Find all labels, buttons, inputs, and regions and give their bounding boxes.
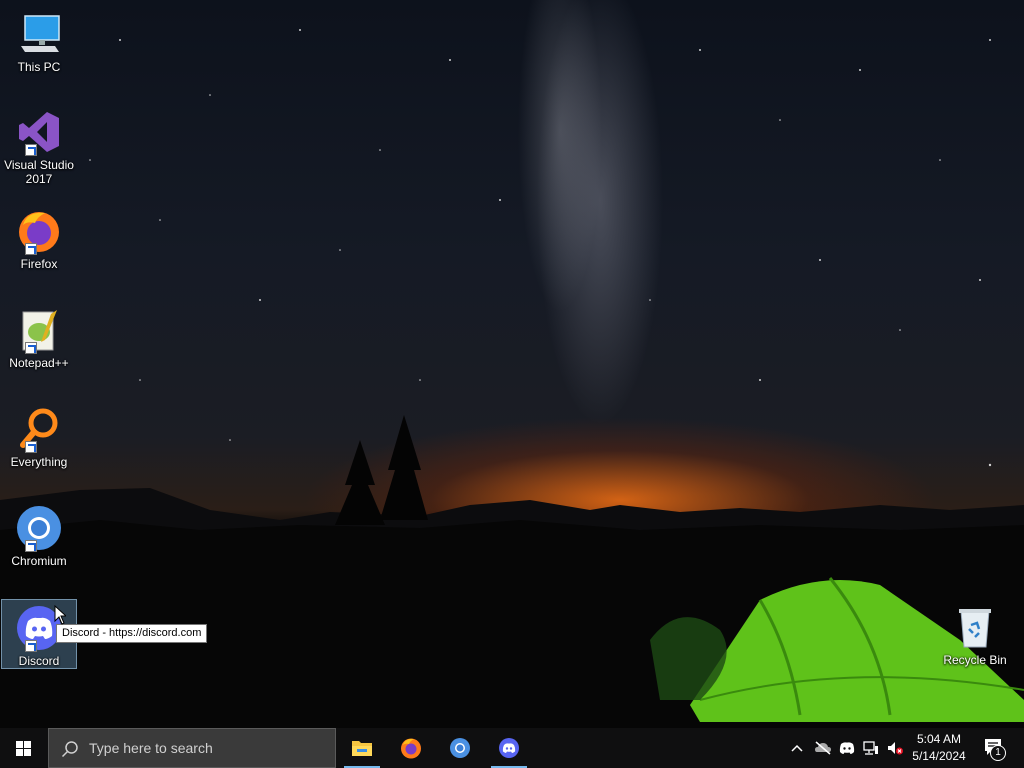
folder-icon <box>352 741 372 756</box>
mouse-cursor-icon <box>54 604 68 630</box>
magnifier-icon <box>15 405 63 453</box>
chromium-icon <box>15 504 63 552</box>
discord-tray-icon[interactable] <box>838 740 856 756</box>
desktop-icon-this-pc[interactable]: This PC <box>1 6 77 74</box>
notepad-plus-plus-icon <box>15 306 63 354</box>
desktop-icon-recycle-bin[interactable]: Recycle Bin <box>937 599 1013 667</box>
taskbar-app-firefox[interactable] <box>387 728 435 768</box>
desktop-icon-visual-studio[interactable]: Visual Studio 2017 <box>1 104 77 186</box>
desktop-icon-label: Firefox <box>20 257 58 271</box>
shortcut-arrow-icon <box>25 342 37 354</box>
start-button[interactable] <box>0 728 48 768</box>
desktop-icon-label: This PC <box>17 60 61 74</box>
taskbar-app-discord[interactable] <box>485 728 533 768</box>
onedrive-offline-icon[interactable] <box>814 740 832 756</box>
desktop-icon-notepad-plus-plus[interactable]: Notepad++ <box>1 302 77 370</box>
desktop-icon-label: Recycle Bin <box>943 653 1007 667</box>
firefox-icon <box>401 738 421 759</box>
desktop-icon-label: Discord <box>18 654 60 668</box>
desktop-icon-firefox[interactable]: Firefox <box>1 203 77 271</box>
desktop-icon-label: Chromium <box>11 554 67 568</box>
network-icon[interactable] <box>862 740 880 756</box>
taskbar: Type here to search 5:04 AM 5/14/2024 1 <box>0 728 1024 768</box>
shortcut-arrow-icon <box>25 441 37 453</box>
desktop-icon-label: Notepad++ <box>9 356 69 370</box>
windows-logo-icon <box>16 741 31 756</box>
desktop-icon-everything[interactable]: Everything <box>1 401 77 469</box>
desktop-icon-label: Everything <box>10 455 68 469</box>
discord-icon <box>499 738 519 758</box>
system-clock[interactable]: 5:04 AM 5/14/2024 <box>906 731 972 765</box>
chevron-up-icon[interactable] <box>790 742 804 754</box>
taskbar-app-chromium[interactable] <box>436 728 484 768</box>
chromium-icon <box>450 738 470 758</box>
search-icon <box>61 741 78 758</box>
visual-studio-icon <box>15 108 63 156</box>
action-center-button[interactable]: 1 <box>978 728 1018 768</box>
clock-date: 5/14/2024 <box>912 749 966 763</box>
clock-time: 5:04 AM <box>916 732 962 746</box>
firefox-icon <box>15 207 63 255</box>
wallpaper-art <box>0 29 1024 728</box>
discord-tooltip: Discord - https://discord.com <box>56 624 208 643</box>
shortcut-arrow-icon <box>25 144 37 156</box>
shortcut-arrow-icon <box>25 540 37 552</box>
search-placeholder: Type here to search <box>89 740 213 756</box>
desktop-icon-chromium[interactable]: Chromium <box>1 500 77 568</box>
desktop-wallpaper <box>0 0 1024 728</box>
computer-icon <box>15 10 63 58</box>
shortcut-arrow-icon <box>25 640 37 652</box>
desktop-icon-label: Visual Studio 2017 <box>4 158 74 186</box>
taskbar-search-box[interactable]: Type here to search <box>48 728 336 768</box>
shortcut-arrow-icon <box>25 243 37 255</box>
recycle-bin-icon <box>951 603 999 651</box>
taskbar-app-file-explorer[interactable] <box>338 728 386 768</box>
notification-count-badge: 1 <box>990 745 1006 761</box>
volume-muted-icon[interactable] <box>886 740 904 756</box>
